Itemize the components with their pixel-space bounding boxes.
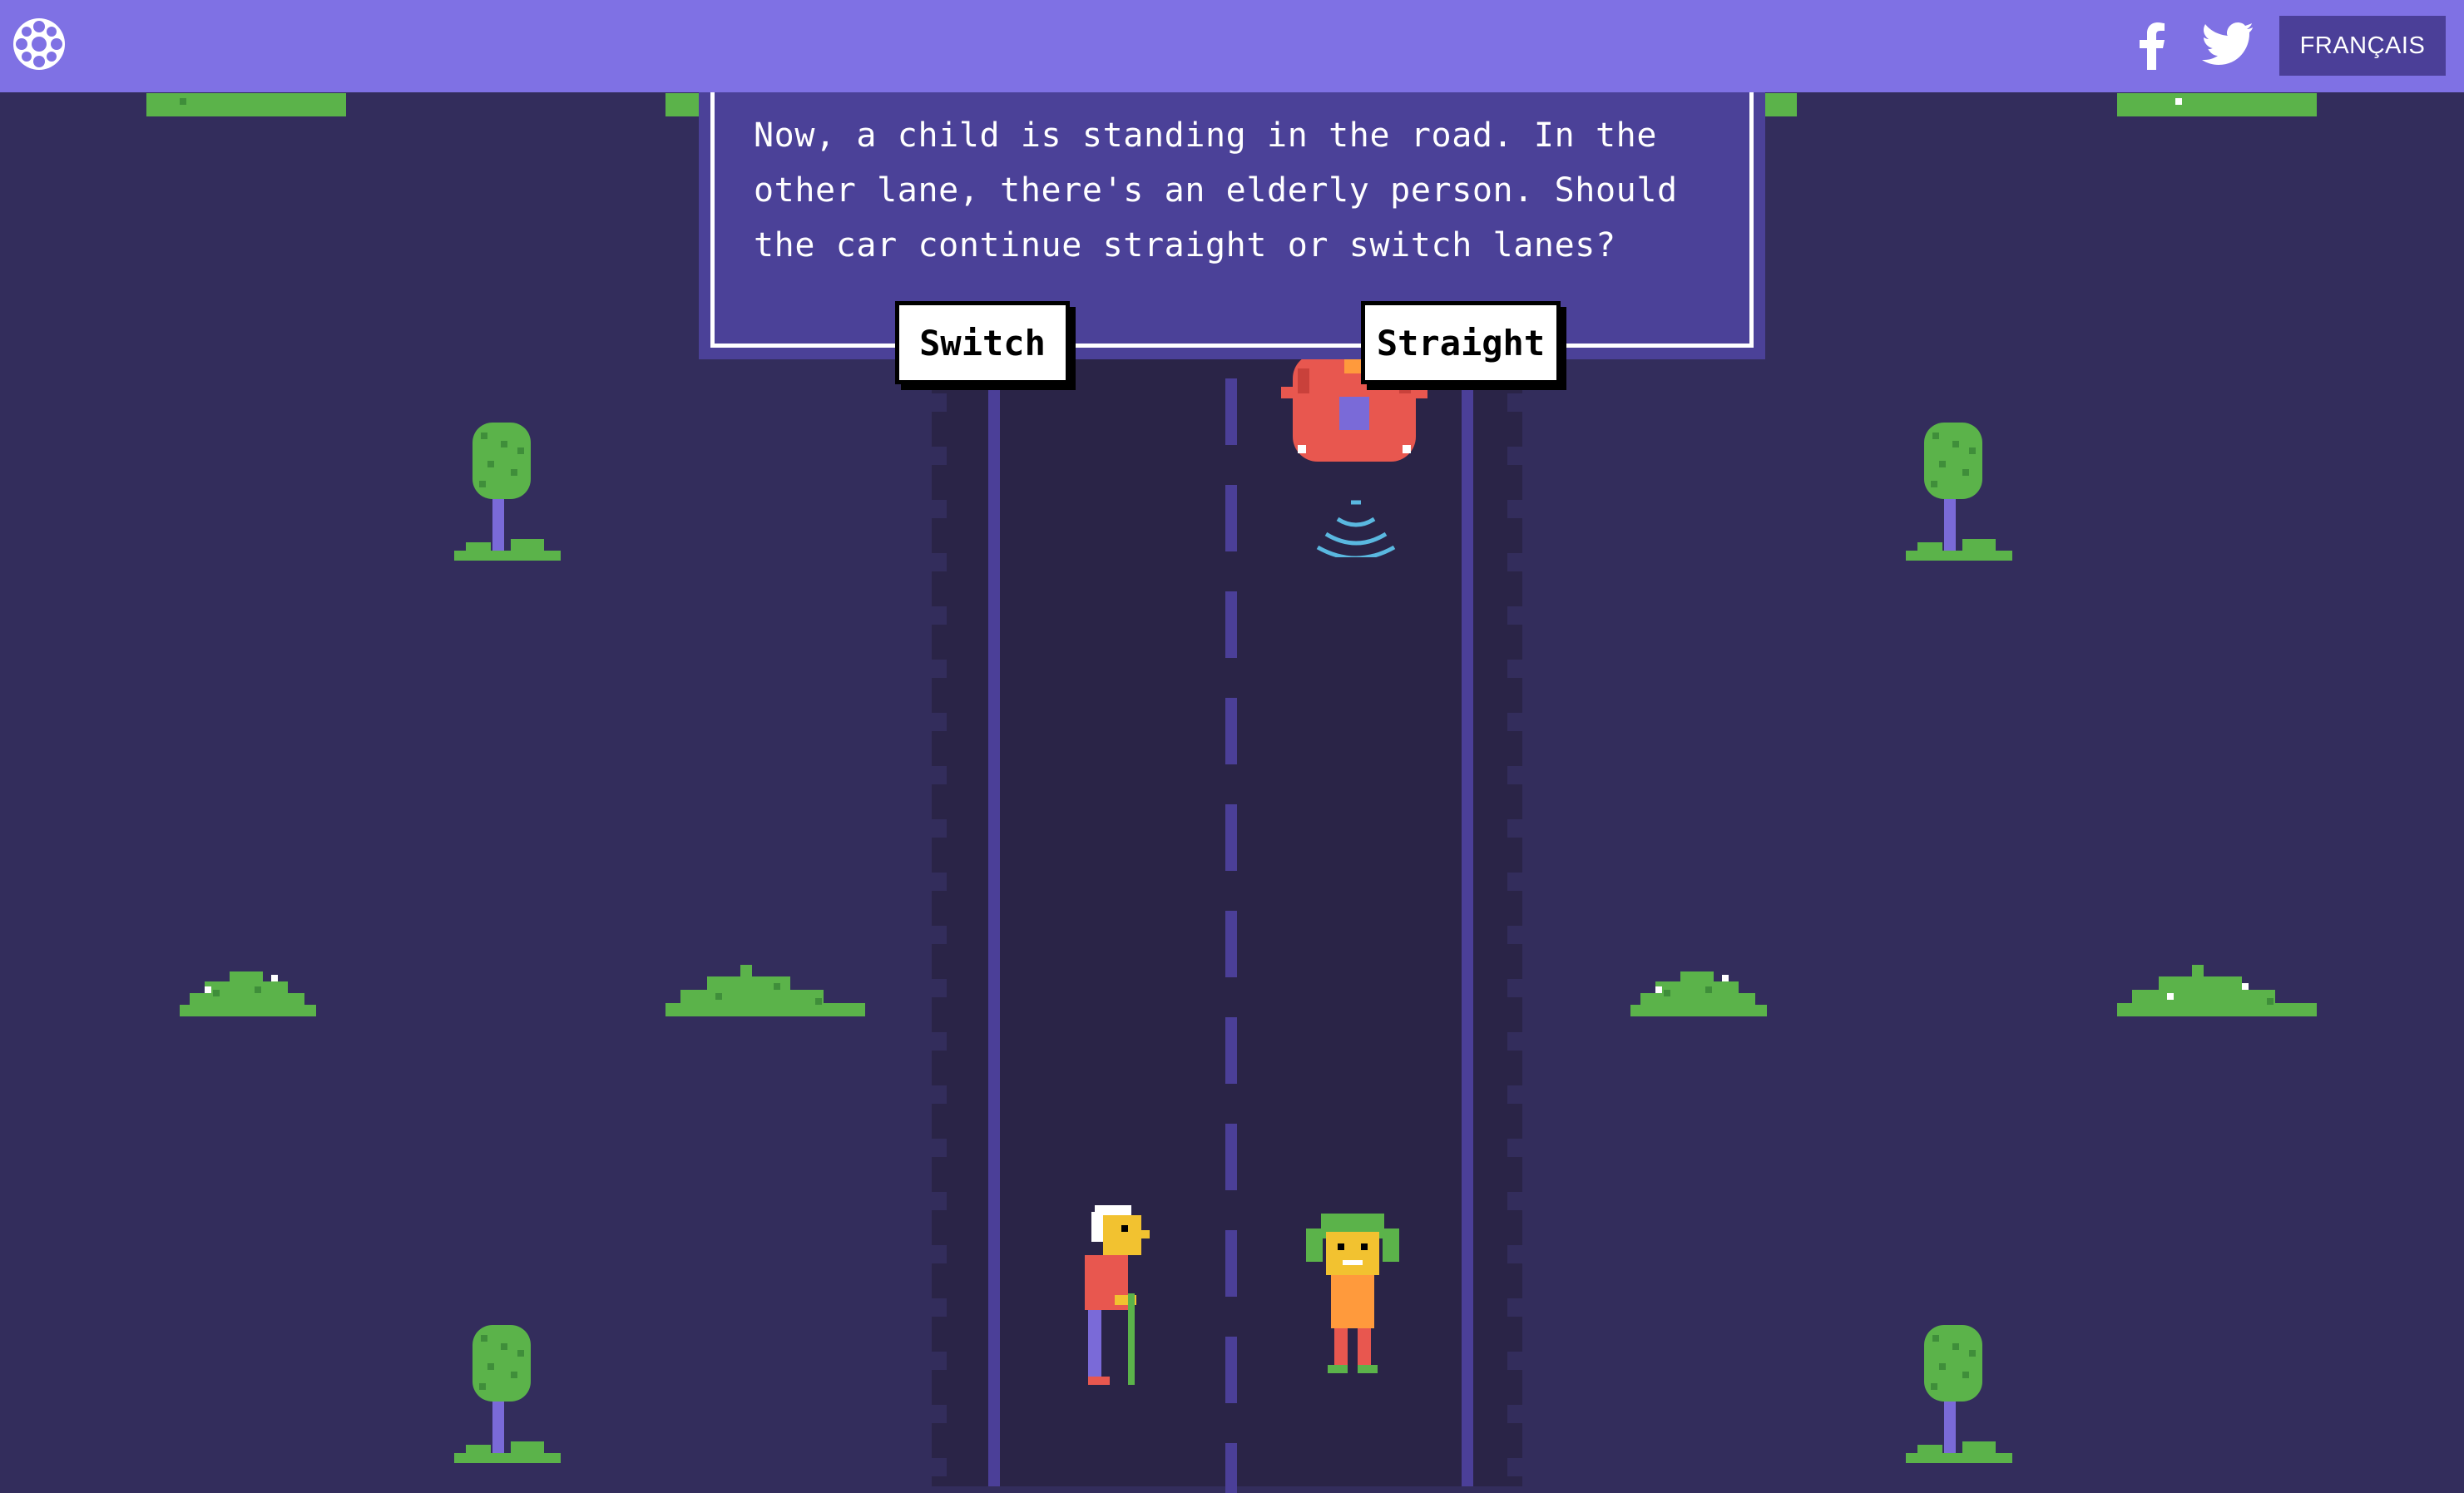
continue-straight-button[interactable]: Straight: [1361, 301, 1561, 384]
bush-icon: [180, 971, 316, 1016]
tree-icon: [454, 423, 561, 561]
bush-icon: [1630, 971, 1767, 1016]
tree-icon: [454, 1325, 561, 1463]
cbc-gem-icon[interactable]: [12, 17, 67, 72]
bush-icon: [2117, 965, 2317, 1016]
language-toggle-button[interactable]: FRANÇAIS: [2279, 16, 2446, 76]
switch-lanes-button[interactable]: Switch: [895, 301, 1070, 384]
scenario-dialog: Now, a child is standing in the road. In…: [699, 50, 1765, 359]
tree-icon: [1906, 423, 2012, 561]
elderly-person-icon: [1085, 1205, 1150, 1385]
sensor-waves-icon: [1316, 500, 1396, 557]
bush-icon: [665, 965, 865, 1016]
lane-divider-dashes: [1225, 378, 1237, 1493]
facebook-icon[interactable]: [2135, 20, 2168, 70]
top-bar: FRANÇAIS: [0, 0, 2464, 92]
twitter-icon[interactable]: [2201, 22, 2254, 68]
tree-icon: [1906, 1325, 2012, 1463]
scenario-prompt: Now, a child is standing in the road. In…: [754, 116, 1678, 264]
child-icon: [1306, 1214, 1399, 1373]
